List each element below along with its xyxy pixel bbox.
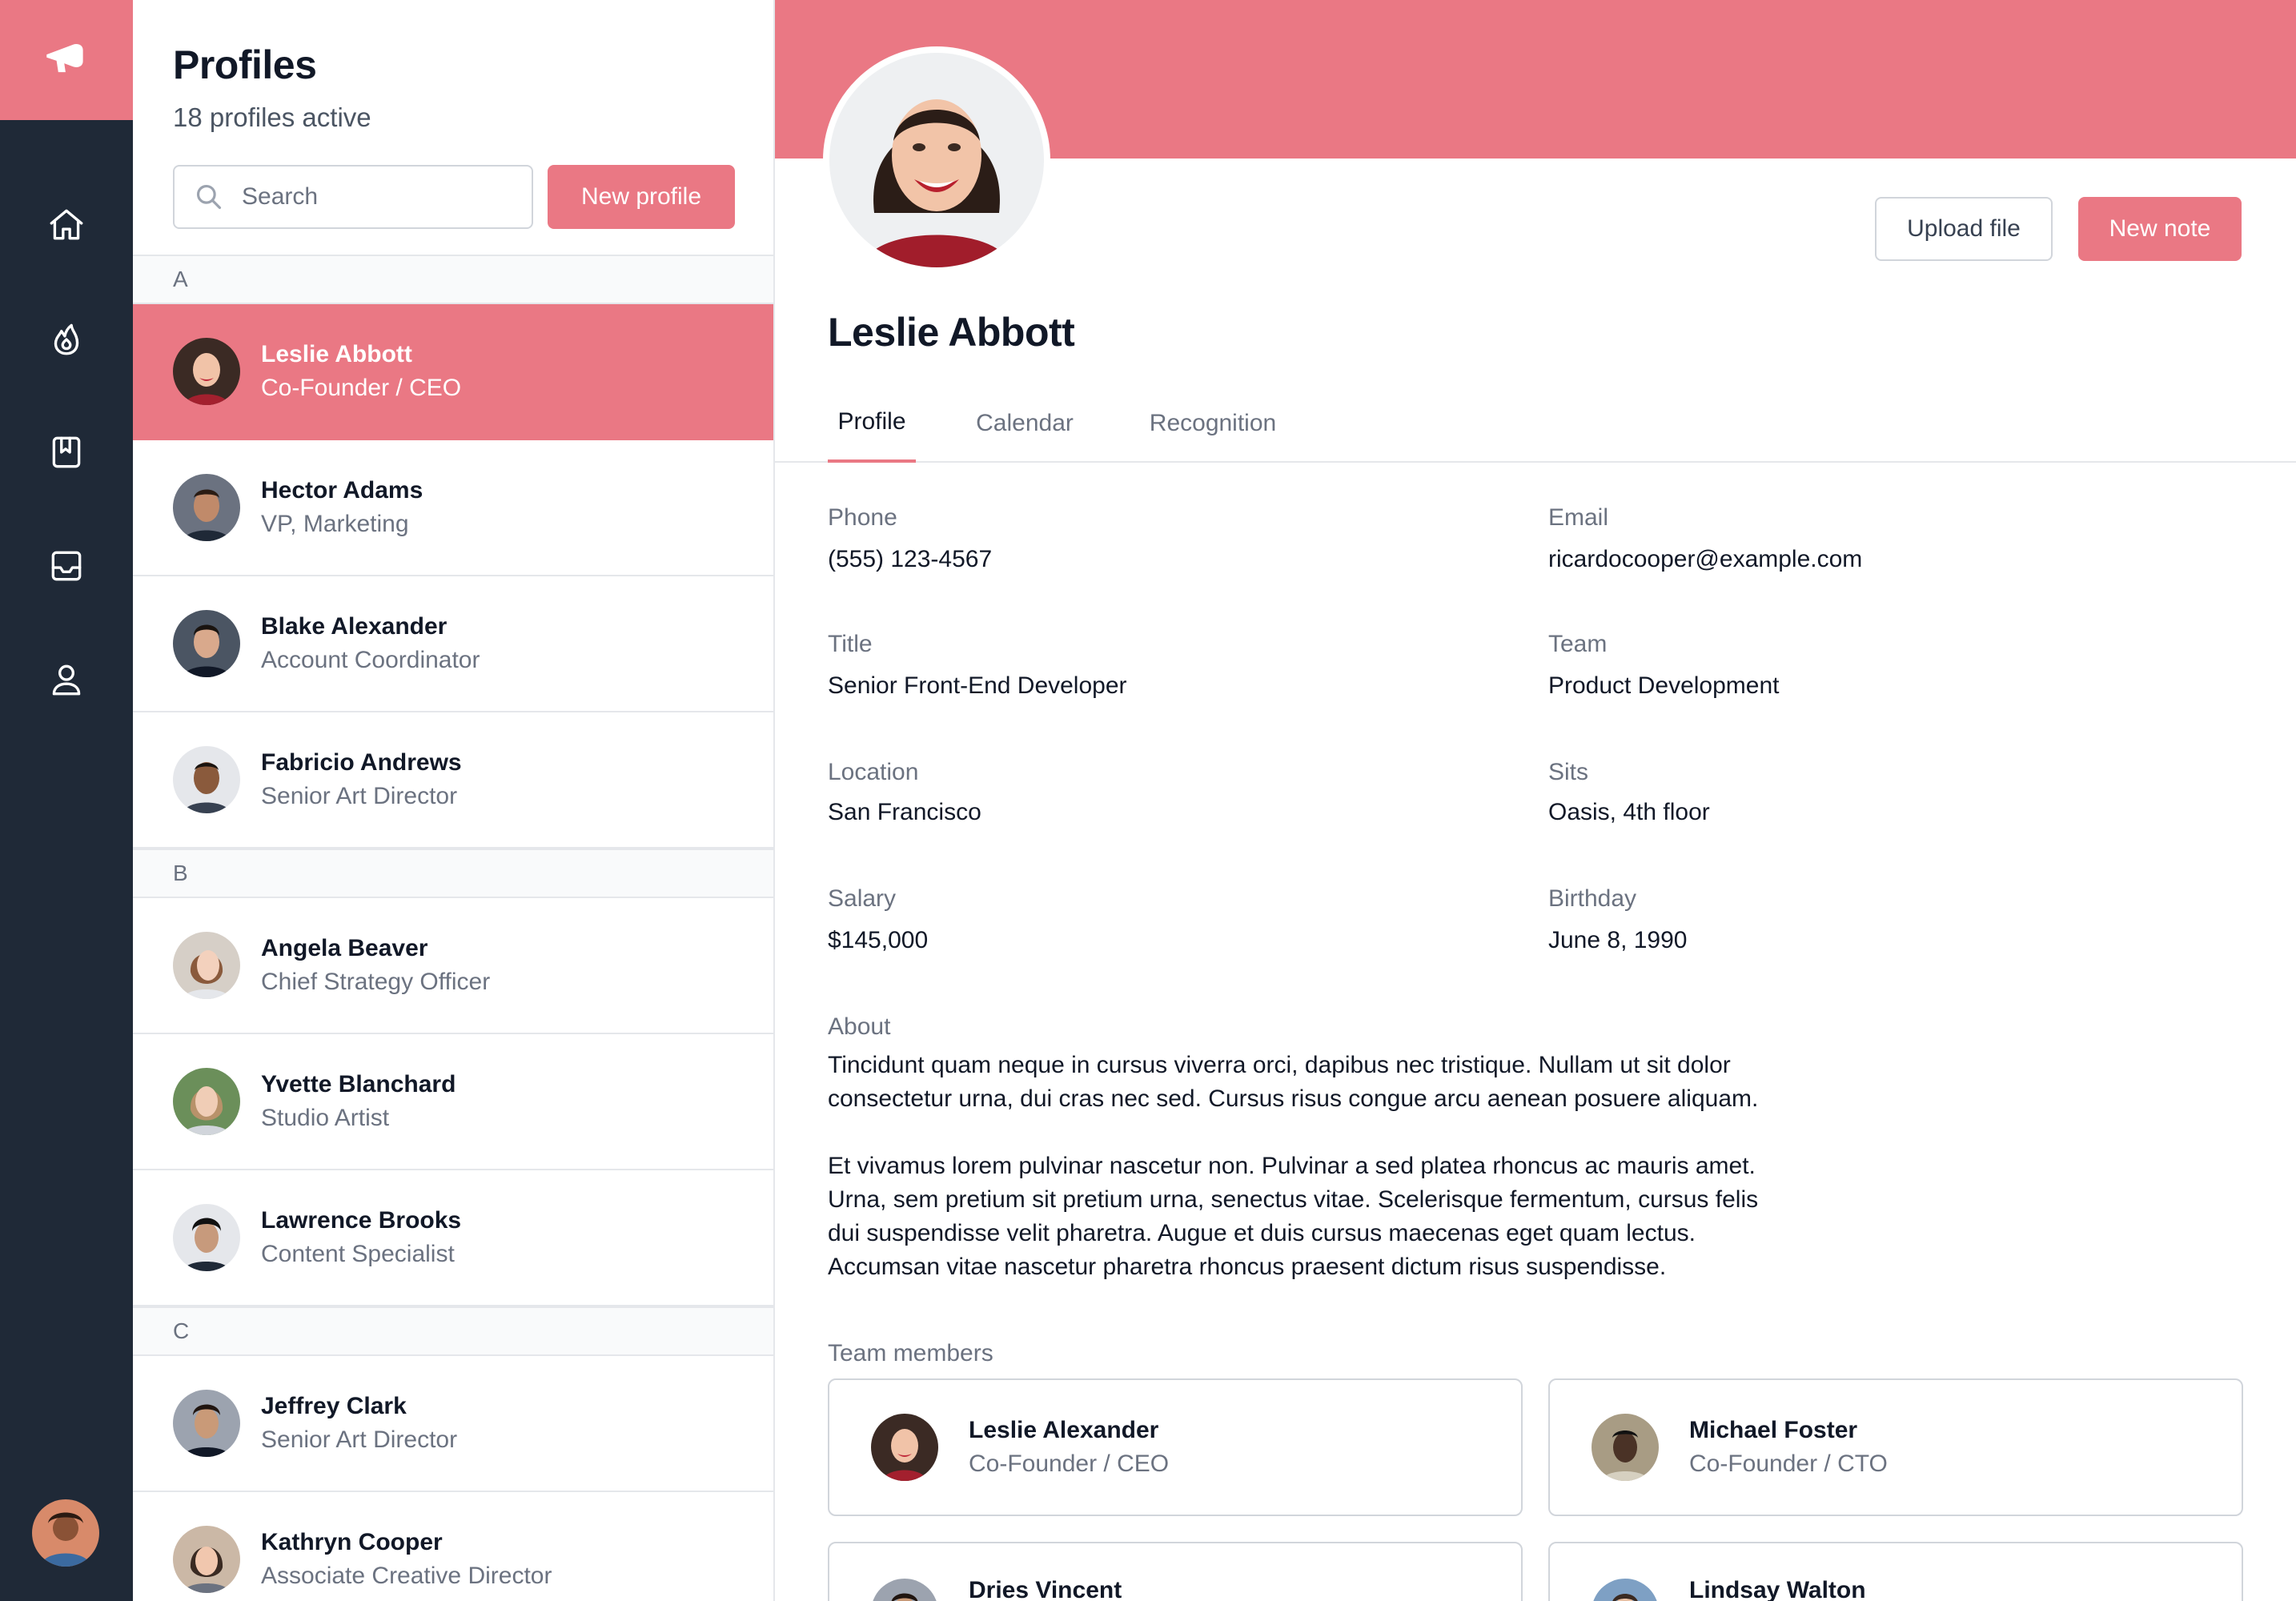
list-item[interactable]: Kathryn Cooper Associate Creative Direct… <box>133 1492 773 1601</box>
person-name: Lawrence Brooks <box>261 1207 462 1234</box>
avatar <box>871 1414 938 1481</box>
team-member-card[interactable]: Lindsay Walton <box>1548 1542 2243 1601</box>
avatar <box>871 1579 938 1601</box>
person-role: Content Specialist <box>261 1241 455 1267</box>
search-input[interactable]: Search <box>173 165 533 229</box>
user-icon[interactable] <box>0 623 133 736</box>
title-value: Senior Front-End Developer <box>828 672 1127 699</box>
team-member-card[interactable]: Leslie Alexander Co-Founder / CEO <box>828 1378 1523 1516</box>
group-header-a: A <box>133 255 773 304</box>
home-icon[interactable] <box>0 168 133 282</box>
avatar <box>173 746 240 813</box>
avatar <box>1592 1579 1659 1601</box>
tab-recognition[interactable]: Recognition <box>1140 384 1286 463</box>
email-value: ricardocooper@example.com <box>1548 546 1863 572</box>
person-role: Chief Strategy Officer <box>261 969 491 995</box>
avatar <box>173 338 240 405</box>
current-user-avatar[interactable] <box>32 1499 99 1567</box>
team-value: Product Development <box>1548 672 1780 699</box>
list-item[interactable]: Hector Adams VP, Marketing <box>133 440 773 576</box>
avatar <box>173 1390 240 1457</box>
profiles-scroll-list[interactable]: A Leslie Abbott Co-Founder / CEO Hector … <box>133 255 773 1601</box>
person-name: Angela Beaver <box>261 935 428 961</box>
profiles-list-panel: Profiles 18 profiles active Search New p… <box>133 0 775 1601</box>
about-paragraph: Et vivamus lorem pulvinar nascetur non. … <box>828 1153 1759 1280</box>
inbox-icon[interactable] <box>0 509 133 623</box>
team-member-name: Michael Foster <box>1689 1417 1858 1443</box>
megaphone-icon[interactable] <box>0 0 133 120</box>
avatar <box>173 1526 240 1593</box>
profiles-count: 18 profiles active <box>173 102 371 132</box>
search-placeholder: Search <box>242 183 319 210</box>
tab-calendar[interactable]: Calendar <box>969 384 1081 463</box>
avatar <box>173 1204 240 1271</box>
sits-value: Oasis, 4th floor <box>1548 799 1710 825</box>
person-name: Yvette Blanchard <box>261 1071 456 1097</box>
profile-detail-panel: Upload file New note Leslie Abbott Profi… <box>775 0 2296 1601</box>
list-item[interactable]: Jeffrey Clark Senior Art Director <box>133 1356 773 1492</box>
profile-tabs: Profile Calendar Recognition <box>775 384 2296 463</box>
team-members-label: Team members <box>828 1340 993 1366</box>
about-paragraph: Tincidunt quam neque in cursus viverra o… <box>828 1052 1759 1112</box>
team-member-role: Co-Founder / CTO <box>1689 1451 1888 1477</box>
group-header-c: C <box>133 1306 773 1356</box>
person-role: VP, Marketing <box>261 511 409 537</box>
list-item[interactable]: Blake Alexander Account Coordinator <box>133 576 773 712</box>
group-header-b: B <box>133 849 773 898</box>
icon-rail <box>0 0 133 1601</box>
fire-icon[interactable] <box>0 282 133 395</box>
person-name: Blake Alexander <box>261 613 448 640</box>
team-label: Team <box>1548 631 1608 657</box>
avatar <box>173 474 240 541</box>
person-role: Senior Art Director <box>261 783 458 809</box>
person-name: Hector Adams <box>261 477 423 504</box>
sits-label: Sits <box>1548 759 1589 785</box>
location-label: Location <box>828 759 919 785</box>
salary-value: $145,000 <box>828 927 929 953</box>
team-member-name: Lindsay Walton <box>1689 1577 1866 1601</box>
team-member-name: Leslie Alexander <box>969 1417 1159 1443</box>
list-item[interactable]: Leslie Abbott Co-Founder / CEO <box>133 304 773 440</box>
birthday-label: Birthday <box>1548 885 1637 912</box>
person-role: Associate Creative Director <box>261 1563 552 1589</box>
salary-label: Salary <box>828 885 897 912</box>
about-label: About <box>828 1013 891 1040</box>
avatar <box>173 1068 240 1135</box>
email-label: Email <box>1548 504 1609 531</box>
new-note-button[interactable]: New note <box>2078 197 2242 261</box>
avatar <box>173 932 240 999</box>
phone-label: Phone <box>828 504 897 531</box>
list-item[interactable]: Angela Beaver Chief Strategy Officer <box>133 898 773 1034</box>
profile-avatar <box>823 46 1050 274</box>
avatar <box>173 610 240 677</box>
person-role: Studio Artist <box>261 1105 390 1131</box>
list-title: Profiles <box>173 42 317 87</box>
team-member-card[interactable]: Dries Vincent <box>828 1542 1523 1601</box>
list-item[interactable]: Fabricio Andrews Senior Art Director <box>133 712 773 849</box>
location-value: San Francisco <box>828 799 981 825</box>
team-member-role: Co-Founder / CEO <box>969 1451 1170 1477</box>
person-name: Kathryn Cooper <box>261 1529 443 1555</box>
tab-profile[interactable]: Profile <box>828 384 916 463</box>
person-role: Senior Art Director <box>261 1426 458 1453</box>
person-role: Co-Founder / CEO <box>261 375 462 401</box>
title-label: Title <box>828 631 873 657</box>
team-member-card[interactable]: Michael Foster Co-Founder / CTO <box>1548 1378 2243 1516</box>
upload-file-button[interactable]: Upload file <box>1875 197 2053 261</box>
person-name: Leslie Abbott <box>261 341 412 367</box>
avatar <box>1592 1414 1659 1481</box>
person-role: Account Coordinator <box>261 647 480 673</box>
bookmark-icon[interactable] <box>0 395 133 509</box>
profile-name: Leslie Abbott <box>828 310 1075 355</box>
about-text: Tincidunt quam neque in cursus viverra o… <box>828 1049 1788 1318</box>
search-icon <box>196 184 222 210</box>
phone-value: (555) 123-4567 <box>828 546 993 572</box>
team-member-name: Dries Vincent <box>969 1577 1122 1601</box>
person-name: Fabricio Andrews <box>261 749 462 776</box>
list-item[interactable]: Yvette Blanchard Studio Artist <box>133 1034 773 1170</box>
new-profile-button[interactable]: New profile <box>548 165 735 229</box>
list-item[interactable]: Lawrence Brooks Content Specialist <box>133 1170 773 1306</box>
person-name: Jeffrey Clark <box>261 1393 407 1419</box>
birthday-value: June 8, 1990 <box>1548 927 1688 953</box>
